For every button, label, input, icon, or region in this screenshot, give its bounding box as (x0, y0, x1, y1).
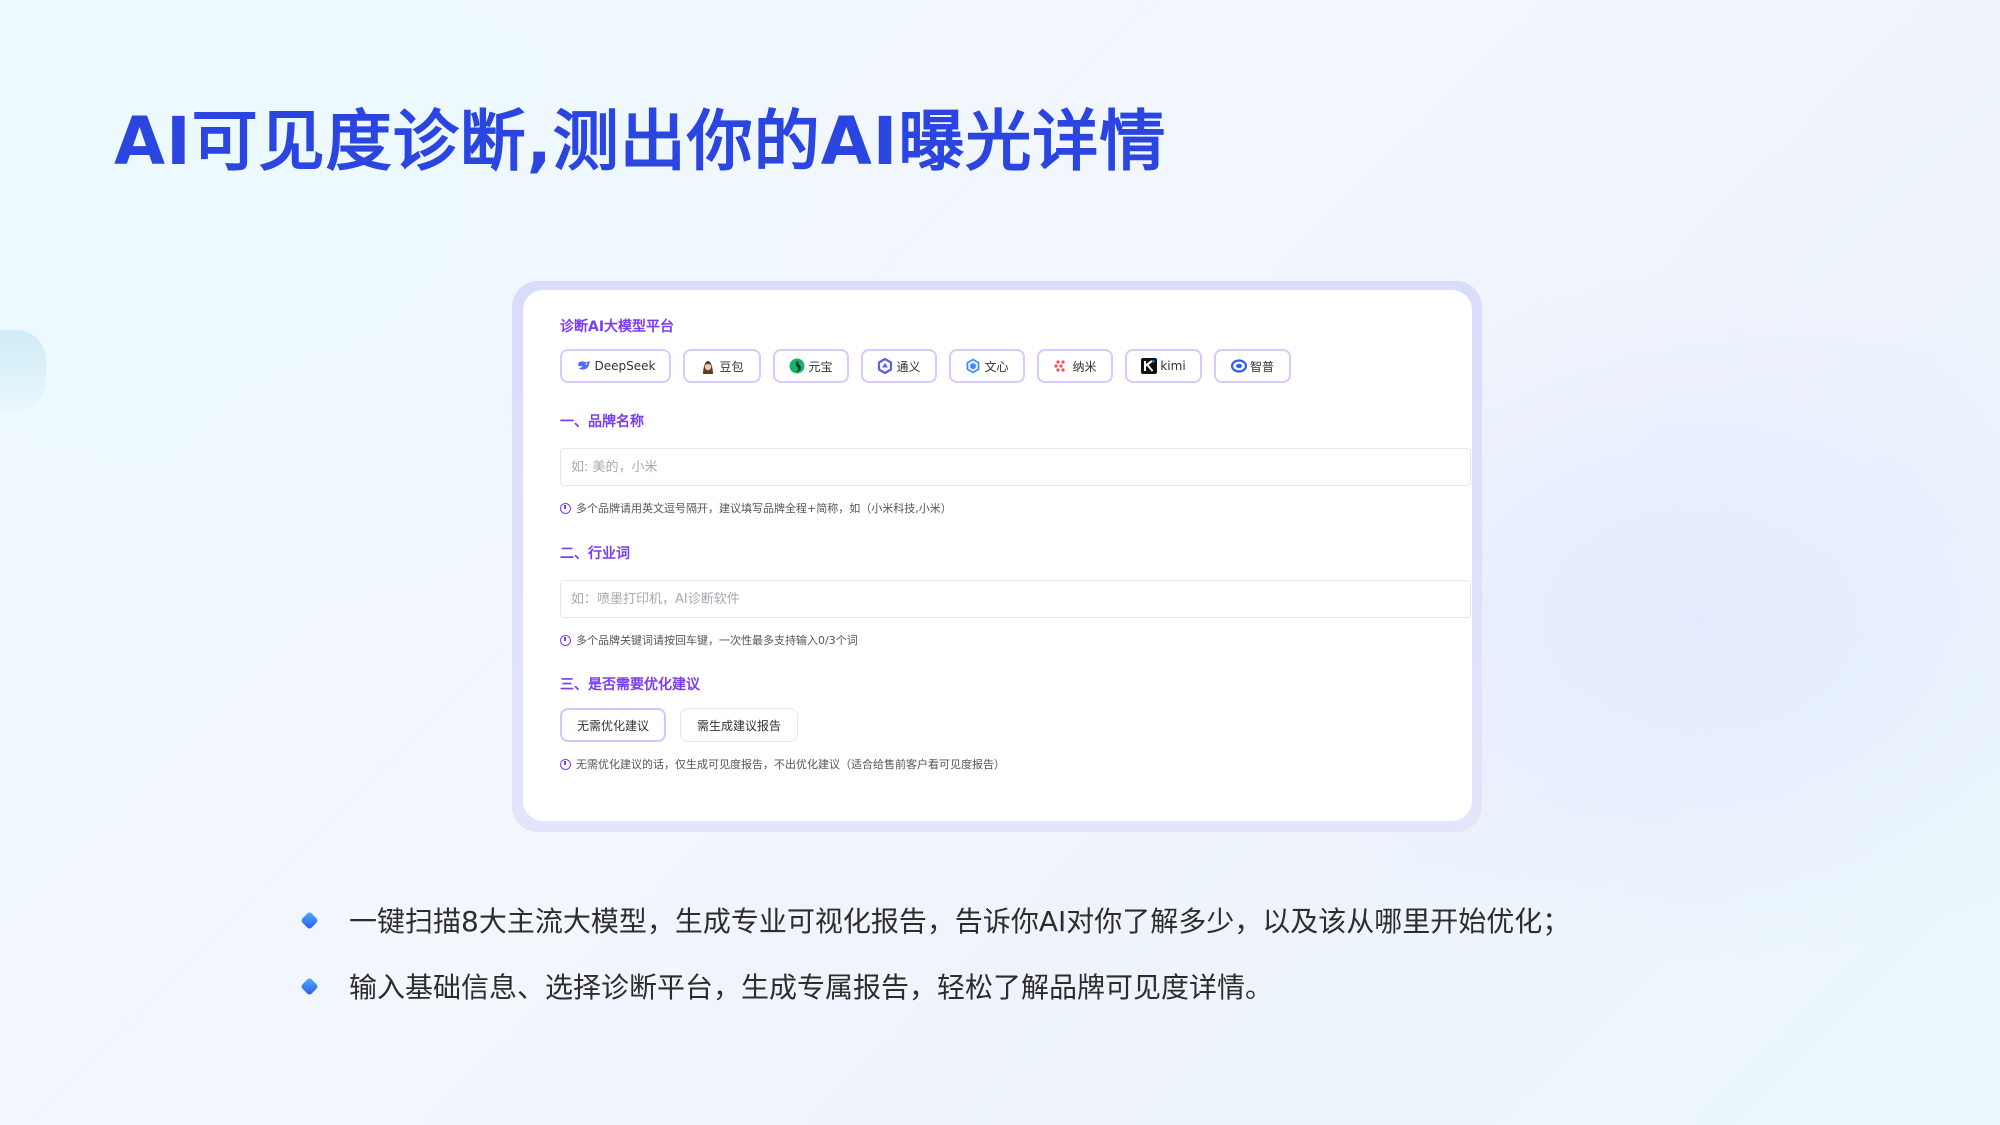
kimi-icon (1141, 358, 1158, 374)
platform-chip-kimi[interactable]: kimi (1125, 349, 1202, 383)
yuanbao-icon (789, 358, 805, 374)
slide-title: AI可见度诊断,测出你的AI曝光详情 (114, 103, 1167, 180)
platform-chip-label: 通义 (896, 359, 921, 374)
platform-chip-wenxin[interactable]: 文心 (949, 349, 1025, 383)
deepseek-whale-icon (577, 361, 590, 370)
platform-chip-label: DeepSeek (594, 359, 656, 373)
bullet-text: 输入基础信息、选择诊断平台，生成专属报告，轻松了解品牌可见度详情。 (349, 971, 1274, 1004)
platform-chip-doubao[interactable]: 豆包 (683, 349, 761, 383)
decorative-shape (0, 330, 46, 410)
screenshot-frame: 诊断AI大模型平台 DeepSeek 豆包 元宝 通义 文心 纳米 kimi 智… (512, 281, 1482, 832)
industry-keyword-hint: 多个品牌关键词请按回车键，一次性最多支持输入0/3个词 (560, 632, 1472, 648)
optimization-option-group: 无需优化建议 需生成建议报告 (560, 708, 1472, 742)
info-icon (560, 758, 571, 770)
optimization-suggestion-title: 三、是否需要优化建议 (560, 677, 700, 693)
brand-name-hint: 多个品牌请用英文逗号隔开，建议填写品牌全程+简称，如（小米科技,小米） (560, 500, 1472, 516)
brand-name-title: 一、品牌名称 (560, 414, 644, 430)
info-icon (560, 502, 571, 514)
generate-report-option-button[interactable]: 需生成建议报告 (680, 708, 798, 742)
feature-bullet: 一键扫描8大主流大模型，生成专业可视化报告，告诉你AI对你了解多少，以及该从哪里… (300, 900, 1571, 940)
bullet-diamond-icon (300, 976, 319, 996)
platform-chip-label: 豆包 (719, 359, 744, 374)
platform-chip-deepseek[interactable]: DeepSeek (560, 349, 671, 383)
bullet-text: 一键扫描8大主流大模型，生成专业可视化报告，告诉你AI对你了解多少，以及该从哪里… (349, 905, 1571, 938)
diagnosis-form-card: 诊断AI大模型平台 DeepSeek 豆包 元宝 通义 文心 纳米 kimi 智… (523, 290, 1472, 821)
feature-bullet: 输入基础信息、选择诊断平台，生成专属报告，轻松了解品牌可见度详情。 (300, 966, 1570, 1006)
platform-chip-yuanbao[interactable]: 元宝 (773, 349, 849, 383)
platform-chip-label: 文心 (984, 359, 1009, 374)
industry-keyword-input[interactable] (560, 580, 1471, 618)
platform-chip-tongyi[interactable]: 通义 (861, 349, 937, 383)
info-icon (560, 634, 571, 646)
tongyi-icon (878, 358, 893, 374)
brand-name-input[interactable] (560, 448, 1471, 486)
platform-chip-list: DeepSeek 豆包 元宝 通义 文心 纳米 kimi 智普 (560, 349, 1472, 383)
platform-chip-nami[interactable]: 纳米 (1037, 349, 1113, 383)
hint-text: 多个品牌请用英文逗号隔开，建议填写品牌全程+简称，如（小米科技,小米） (576, 502, 952, 515)
nami-icon (1054, 360, 1066, 372)
platform-chip-label: kimi (1160, 359, 1186, 373)
no-suggestion-option-button[interactable]: 无需优化建议 (560, 708, 666, 742)
doubao-avatar-icon (703, 361, 714, 374)
zhipu-icon (1230, 359, 1247, 373)
platform-chip-label: 智普 (1249, 359, 1274, 374)
platform-chip-label: 元宝 (808, 359, 833, 374)
hint-text: 多个品牌关键词请按回车键，一次性最多支持输入0/3个词 (576, 634, 858, 647)
feature-bullet-list: 一键扫描8大主流大模型，生成专业可视化报告，告诉你AI对你了解多少，以及该从哪里… (300, 900, 1571, 1032)
hint-text: 无需优化建议的话，仅生成可见度报告，不出优化建议（适合给售前客户看可见度报告） (576, 758, 1005, 771)
optimization-hint: 无需优化建议的话，仅生成可见度报告，不出优化建议（适合给售前客户看可见度报告） (560, 756, 1472, 772)
platform-chip-label: 纳米 (1072, 359, 1097, 374)
platform-section-title: 诊断AI大模型平台 (560, 319, 675, 335)
industry-keyword-title: 二、行业词 (560, 546, 630, 562)
bullet-diamond-icon (300, 910, 319, 930)
platform-chip-zhipu[interactable]: 智普 (1214, 349, 1291, 383)
wenxin-icon (967, 358, 980, 374)
